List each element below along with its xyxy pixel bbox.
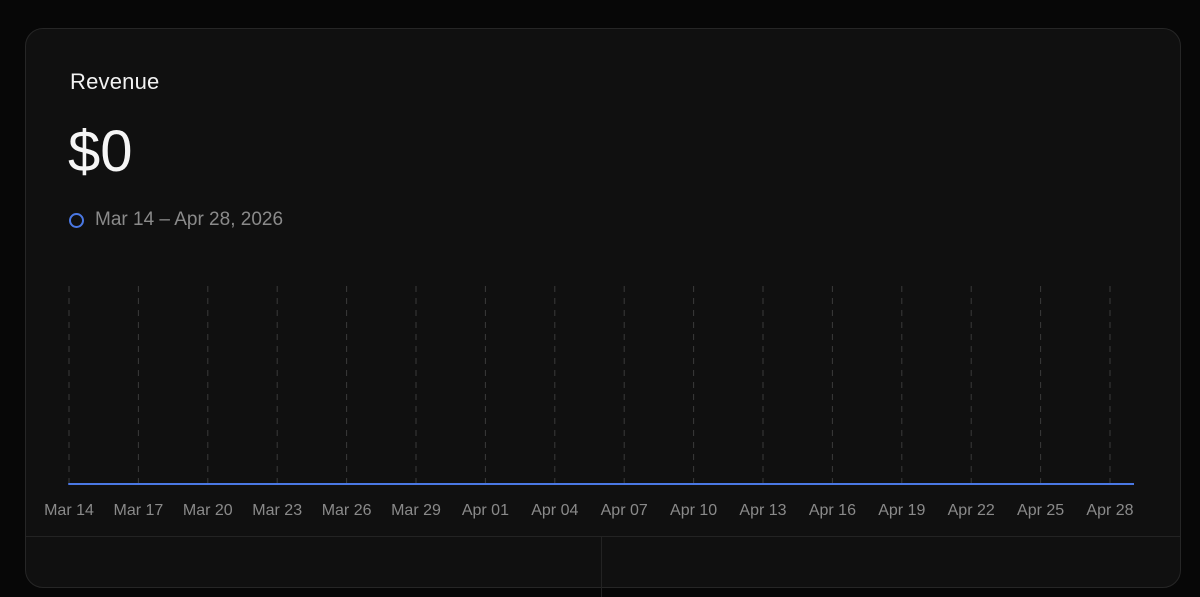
chart-grid	[68, 286, 1111, 484]
card-footer-row	[26, 536, 1180, 597]
data-point	[970, 483, 973, 485]
data-point	[1109, 483, 1111, 485]
data-point	[762, 483, 764, 485]
data-point	[345, 483, 348, 485]
x-tick-label: Apr 25	[1017, 502, 1064, 519]
revenue-card: Revenue $0 Mar 14 – Apr 28, 2026 Mar 14 M…	[25, 28, 1181, 597]
x-tick-label: Apr 07	[601, 502, 648, 519]
data-point	[68, 483, 70, 485]
x-tick-label: Mar 20	[183, 502, 233, 519]
data-point	[484, 483, 487, 485]
data-point	[692, 483, 695, 485]
data-point	[623, 483, 626, 485]
x-tick-label: Mar 17	[114, 502, 164, 519]
x-tick-label: Apr 10	[670, 502, 717, 519]
x-tick-label: Apr 04	[531, 502, 578, 519]
x-tick-label: Mar 26	[322, 502, 372, 519]
revenue-line-chart: Mar 14 Mar 17 Mar 20 Mar 23 Mar 26 Mar 29 Apr …	[44, 286, 1134, 519]
x-tick-label: Apr 13	[739, 502, 786, 519]
data-point	[831, 483, 834, 485]
x-tick-label: Mar 14	[44, 502, 94, 519]
data-point	[900, 483, 903, 485]
x-tick-label: Apr 19	[878, 502, 925, 519]
chart-series	[68, 483, 1134, 485]
x-axis-labels: Mar 14 Mar 17 Mar 20 Mar 23 Mar 26 Mar 29 Apr …	[44, 502, 1134, 519]
x-tick-label: Apr 16	[809, 502, 856, 519]
data-point	[1039, 483, 1042, 485]
x-tick-label: Mar 29	[391, 502, 441, 519]
data-point	[206, 483, 209, 485]
footer-divider	[601, 537, 602, 597]
x-tick-label: Mar 23	[252, 502, 302, 519]
x-tick-label: Apr 28	[1086, 502, 1133, 519]
data-point	[137, 483, 140, 485]
data-point	[553, 483, 556, 485]
data-point	[276, 483, 279, 485]
x-tick-label: Apr 22	[948, 502, 995, 519]
x-tick-label: Apr 01	[462, 502, 509, 519]
data-point	[415, 483, 417, 485]
